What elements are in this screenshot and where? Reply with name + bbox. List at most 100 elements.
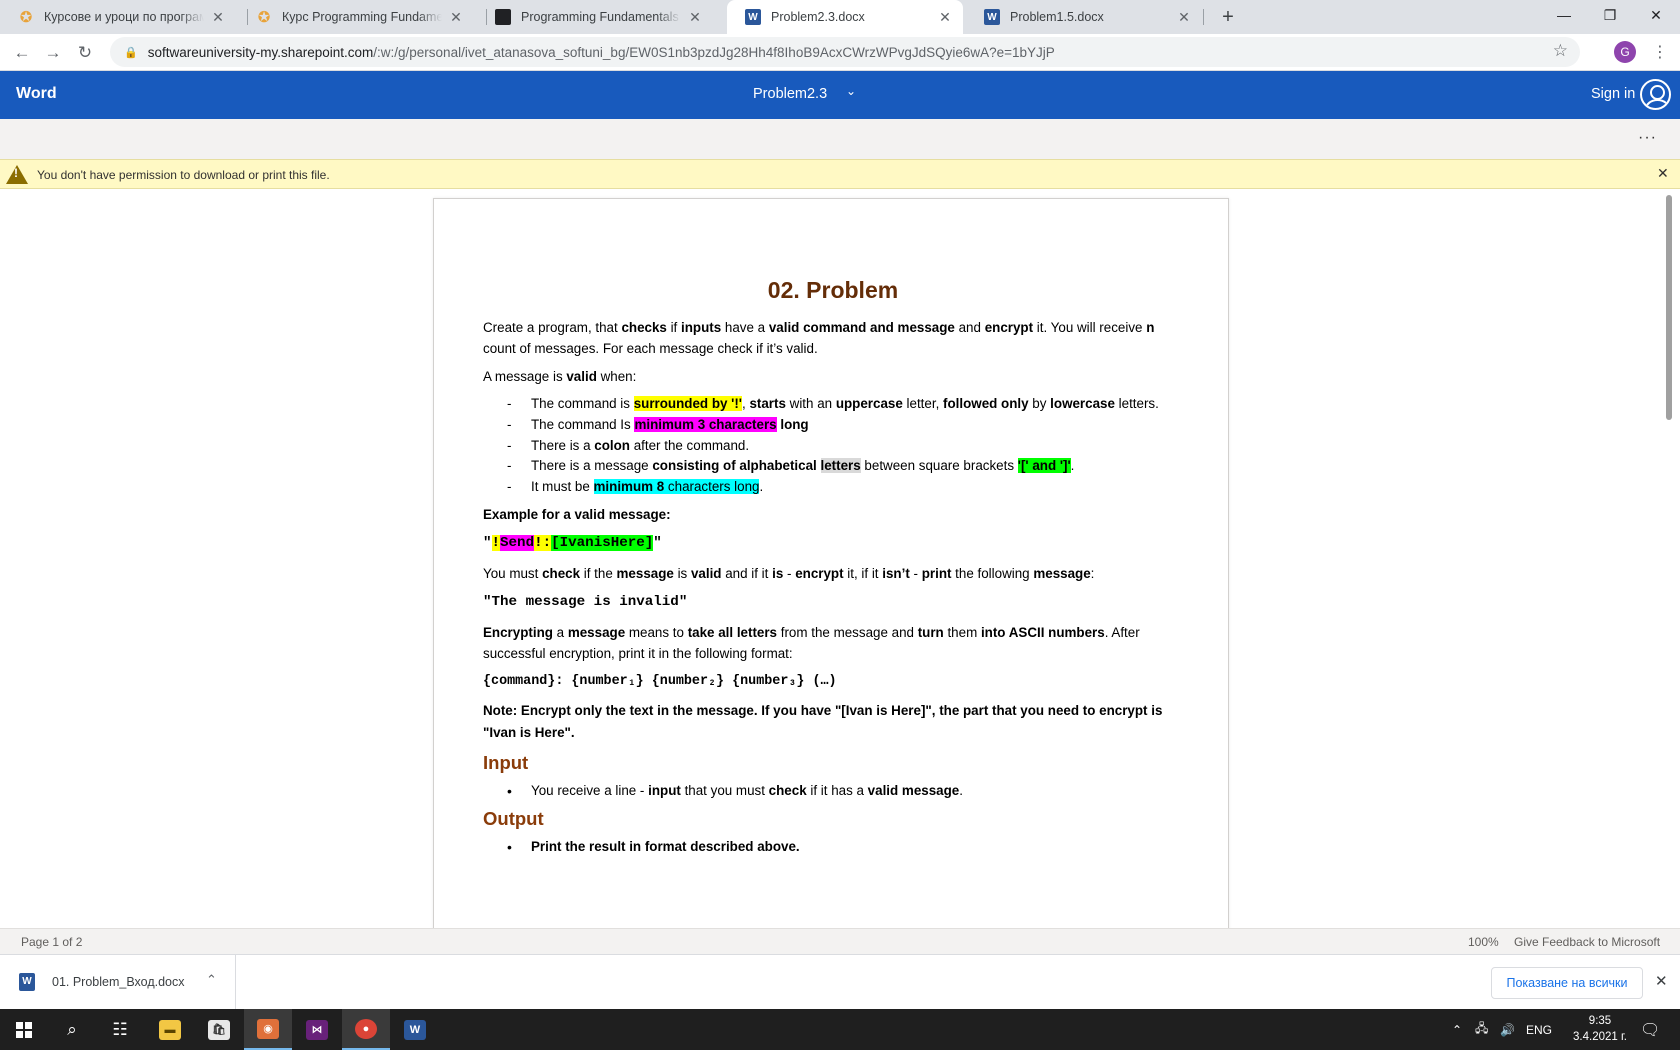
visual-studio-icon[interactable]: ⋈ xyxy=(293,1009,341,1050)
tab-fundamentals-final[interactable]: Programming Fundamentals Final ✕ xyxy=(477,0,713,34)
person-icon[interactable] xyxy=(1640,79,1671,110)
profile-avatar[interactable]: G xyxy=(1614,41,1636,63)
list-item: There is a message consisting of alphabe… xyxy=(483,456,1183,477)
permission-warning-bar: ! You don't have permission to download … xyxy=(0,159,1680,189)
tab-title: Problem1.5.docx xyxy=(1010,10,1104,24)
task-view-icon[interactable]: ☷ xyxy=(96,1009,144,1050)
word-icon: W xyxy=(984,9,1000,25)
language-indicator[interactable]: ENG xyxy=(1526,1009,1552,1050)
volume-icon[interactable]: 🔊 xyxy=(1500,1009,1515,1050)
tab-close-icon[interactable]: ✕ xyxy=(448,9,464,26)
tab-softuni-courses[interactable]: ✪ Курсове и уроци по програмиране ✕ xyxy=(0,0,236,34)
back-arrow-icon[interactable]: ← xyxy=(9,40,35,66)
valid-when-paragraph: A message is valid when: xyxy=(483,369,637,384)
output-heading: Output xyxy=(483,807,544,829)
browser-menu-icon[interactable]: ⋮ xyxy=(1652,40,1668,66)
tab-course-fundamentals[interactable]: ✪ Курс Programming Fundamentals ✕ xyxy=(238,0,474,34)
start-button[interactable] xyxy=(0,1009,48,1050)
lock-icon[interactable]: 🔒 xyxy=(124,46,138,59)
encrypting-paragraph: Encrypting a message means to take all l… xyxy=(483,624,1140,661)
more-options-icon[interactable]: ··· xyxy=(1638,129,1657,147)
windows-logo-icon xyxy=(16,1021,32,1038)
new-tab-plus-icon[interactable]: + xyxy=(1215,4,1241,30)
list-item: Print the result in format described abo… xyxy=(483,836,1183,858)
terminal-icon xyxy=(495,9,511,25)
zoom-level[interactable]: 100% xyxy=(1468,935,1499,949)
word-app-header: Word Problem2.3 ⌄ Sign in xyxy=(0,71,1680,119)
list-item: You receive a line - input that you must… xyxy=(483,780,1183,802)
file-explorer-icon[interactable]: ▬ xyxy=(146,1009,194,1050)
system-clock[interactable]: 9:35 3.4.2021 г. xyxy=(1560,1013,1640,1045)
command-bar: ··· xyxy=(0,119,1680,159)
check-paragraph: You must check if the message is valid a… xyxy=(483,565,1095,581)
download-file-name: 01. Problem_Вход.docx xyxy=(52,975,185,989)
softuni-icon: ✪ xyxy=(257,9,271,26)
browser-tab-strip: ✪ Курсове и уроци по програмиране ✕ ✪ Ку… xyxy=(0,0,1680,34)
close-icon[interactable]: ✕ xyxy=(1657,165,1669,182)
bookmark-star-icon[interactable]: ☆ xyxy=(1553,41,1568,61)
forward-arrow-icon[interactable]: → xyxy=(40,40,66,66)
intro-paragraph: Create a program, that checks if inputs … xyxy=(483,320,1155,356)
output-format-code: {command}: {number₁} {number₂} {number₃}… xyxy=(483,673,837,689)
document-canvas[interactable]: 02. Problem Create a program, that check… xyxy=(0,189,1680,928)
reload-icon[interactable]: ↻ xyxy=(72,40,98,66)
discord-icon[interactable]: ◉ xyxy=(244,1009,292,1050)
list-item: It must be minimum 8 characters long. xyxy=(483,477,1183,498)
url-path: /:w:/g/personal/ivet_atanasova_softuni_b… xyxy=(373,44,1055,60)
word-app-icon[interactable]: W xyxy=(391,1009,439,1050)
word-icon: W xyxy=(745,9,761,25)
tab-title: Problem2.3.docx xyxy=(771,10,865,24)
windows-taskbar: ⌕ ☷ ▬ 🛍 ◉ ⋈ ● W ⌃ 🖧 🔊 ENG 9:35 3.4.2021 … xyxy=(0,1009,1680,1050)
tab-title: Курс Programming Fundamentals xyxy=(282,10,442,24)
notifications-icon[interactable]: 🗨 xyxy=(1640,1009,1660,1050)
warning-exclamation: ! xyxy=(14,166,18,180)
vertical-scrollbar[interactable] xyxy=(1666,195,1672,420)
window-close-icon[interactable]: ✕ xyxy=(1633,0,1679,30)
list-item: There is a colon after the command. xyxy=(483,436,1183,457)
validity-rules-list: The command is surrounded by '!', starts… xyxy=(483,394,1183,498)
tab-close-icon[interactable]: ✕ xyxy=(937,9,953,26)
address-bar[interactable]: 🔒 softwareuniversity-my.sharepoint.com/:… xyxy=(110,37,1580,67)
chrome-icon[interactable]: ● xyxy=(342,1009,390,1050)
chevron-down-icon[interactable]: ⌄ xyxy=(846,84,856,98)
tab-close-icon[interactable]: ✕ xyxy=(1176,9,1192,26)
restore-icon[interactable]: ❐ xyxy=(1587,0,1633,30)
show-all-button[interactable]: Показване на всички xyxy=(1491,967,1643,999)
url-host: softwareuniversity-my.sharepoint.com xyxy=(147,44,374,60)
list-item: The command is surrounded by '!', starts… xyxy=(483,394,1183,415)
close-icon[interactable]: ✕ xyxy=(1655,972,1668,990)
document-title: 02. Problem xyxy=(767,277,899,303)
clock-date: 3.4.2021 г. xyxy=(1573,1031,1627,1043)
tab-title: Курсове и уроци по програмиране xyxy=(44,10,204,24)
tray-chevron-up-icon[interactable]: ⌃ xyxy=(1452,1009,1462,1050)
tab-problem-1-5[interactable]: W Problem1.5.docx ✕ xyxy=(966,0,1202,34)
search-icon[interactable]: ⌕ xyxy=(48,1009,96,1050)
chevron-up-icon[interactable]: ⌃ xyxy=(206,972,217,988)
word-file-icon: W xyxy=(19,973,35,991)
tab-separator xyxy=(1203,9,1204,25)
tab-problem-2-3[interactable]: W Problem2.3.docx ✕ xyxy=(727,0,963,34)
invalid-message-code: "The message is invalid" xyxy=(483,593,688,610)
minimize-icon[interactable]: — xyxy=(1541,0,1587,30)
tab-close-icon[interactable]: ✕ xyxy=(210,9,226,26)
download-item[interactable]: W 01. Problem_Вход.docx ⌃ xyxy=(0,955,236,1010)
softuni-icon: ✪ xyxy=(19,9,33,26)
clock-time: 9:35 xyxy=(1588,1015,1612,1027)
list-item: The command Is minimum 3 characters long xyxy=(483,415,1183,436)
warning-message: You don't have permission to download or… xyxy=(37,168,330,182)
status-bar: Page 1 of 2 100% Give Feedback to Micros… xyxy=(0,928,1680,954)
document-name[interactable]: Problem2.3 xyxy=(753,86,827,102)
word-app-name[interactable]: Word xyxy=(16,85,57,103)
document-body: 02. Problem Create a program, that check… xyxy=(483,277,1183,864)
sign-in-link[interactable]: Sign in xyxy=(1591,86,1635,102)
note-paragraph: Note: Encrypt only the text in the messa… xyxy=(483,702,1163,740)
input-list: You receive a line - input that you must… xyxy=(483,780,1183,802)
tab-close-icon[interactable]: ✕ xyxy=(687,9,703,26)
input-heading: Input xyxy=(483,751,529,773)
store-icon[interactable]: 🛍 xyxy=(195,1009,243,1050)
network-icon[interactable]: 🖧 xyxy=(1475,1009,1488,1050)
tab-title: Programming Fundamentals Final xyxy=(521,10,681,24)
feedback-link[interactable]: Give Feedback to Microsoft xyxy=(1514,935,1660,949)
browser-toolbar: ← → ↻ 🔒 softwareuniversity-my.sharepoint… xyxy=(0,34,1680,71)
example-label: Example for a valid message: xyxy=(483,506,671,522)
